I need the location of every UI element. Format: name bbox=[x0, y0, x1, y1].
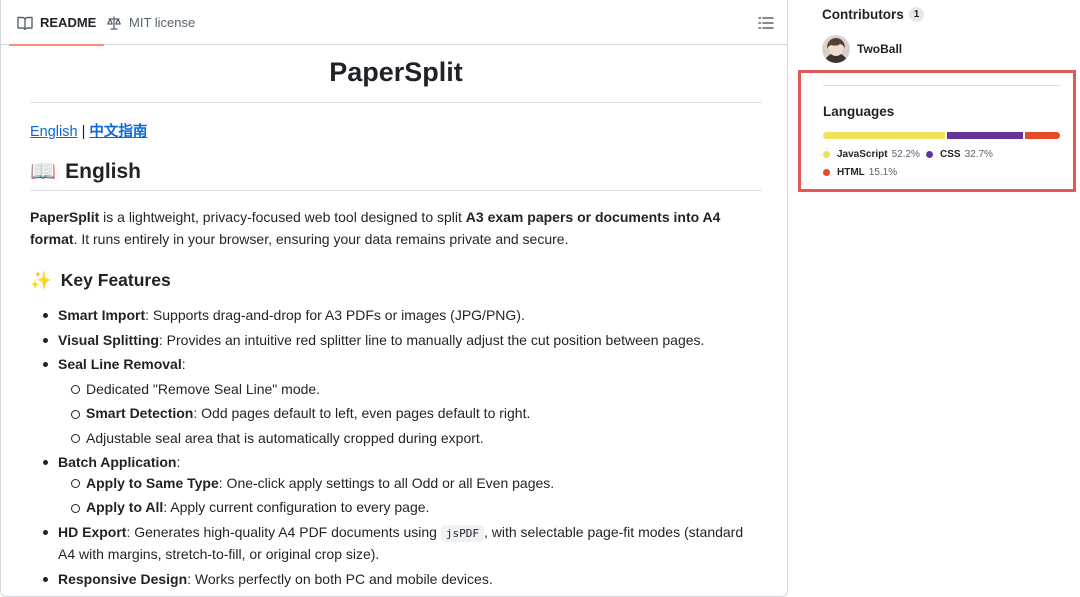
feature-text: : Odd pages default to left, even pages … bbox=[193, 405, 531, 421]
list-item: Smart Detection: Odd pages default to le… bbox=[71, 403, 762, 424]
language-item-css[interactable]: CSS 32.7% bbox=[926, 149, 993, 160]
intro-text-2: . It runs entirely in your browser, ensu… bbox=[73, 231, 569, 247]
heading-english-text: English bbox=[65, 160, 141, 183]
intro-text-1: is a lightweight, privacy-focused web to… bbox=[99, 209, 466, 225]
language-percent: 52.2% bbox=[891, 149, 920, 160]
list-item: Batch Application: Apply to Same Type: O… bbox=[43, 452, 762, 518]
list-item: Seal Line Removal: Dedicated "Remove Sea… bbox=[43, 354, 762, 449]
languages-divider bbox=[823, 85, 1060, 86]
contributor-item[interactable]: TwoBall bbox=[822, 35, 902, 63]
feature-text: : Works perfectly on both PC and mobile … bbox=[187, 570, 493, 587]
avatar bbox=[822, 35, 850, 63]
feature-label: Smart Import bbox=[58, 307, 146, 323]
list-item: Responsive Design: Works perfectly on bo… bbox=[43, 569, 762, 590]
sparkles-icon: ✨ bbox=[30, 270, 52, 290]
inline-code: jsPDF bbox=[440, 524, 484, 542]
open-book-icon: 📖 bbox=[30, 160, 57, 183]
language-dot bbox=[823, 169, 830, 176]
feature-text: : Provides an intuitive red splitter lin… bbox=[158, 331, 705, 348]
feature-text: : Supports drag-and-drop for A3 PDFs or … bbox=[145, 307, 525, 323]
feature-label: HD Export bbox=[58, 523, 127, 540]
book-icon bbox=[17, 16, 33, 30]
law-scale-icon bbox=[107, 16, 121, 30]
languages-highlight-box: Languages JavaScript 52.2% CSS 32.7% HTM… bbox=[798, 70, 1076, 192]
feature-text: : One-click apply settings to all Odd or… bbox=[218, 474, 555, 491]
readme-tab-bar: README MIT license bbox=[1, 0, 787, 46]
feature-text: : bbox=[181, 356, 186, 372]
language-dot bbox=[823, 151, 830, 158]
heading-english: 📖 English bbox=[30, 160, 141, 184]
feature-label: Smart Detection bbox=[86, 405, 194, 421]
list-item: HD Export: Generates high-quality A4 PDF… bbox=[43, 522, 762, 565]
heading-divider bbox=[30, 190, 762, 191]
page-title: PaperSplit bbox=[329, 57, 463, 87]
batch-sublist: Apply to Same Type: One-click apply sett… bbox=[58, 473, 762, 518]
intro-name: PaperSplit bbox=[30, 209, 100, 225]
feature-label: Responsive Design bbox=[58, 570, 188, 587]
tab-readme-label: README bbox=[40, 15, 97, 30]
link-chinese-guide[interactable]: 中文指南 bbox=[89, 124, 147, 140]
feature-text: : bbox=[176, 454, 181, 470]
feature-text: Adjustable seal area that is automatical… bbox=[86, 429, 484, 446]
language-percent: 32.7% bbox=[964, 149, 993, 160]
language-item-javascript[interactable]: JavaScript 52.2% bbox=[823, 149, 920, 160]
tab-license[interactable]: MIT license bbox=[106, 0, 195, 45]
feature-text: : Generates high-quality A4 PDF document… bbox=[126, 523, 441, 540]
heading-key-features: ✨ Key Features bbox=[30, 270, 171, 291]
contributor-name: TwoBall bbox=[857, 42, 903, 56]
feature-label: Apply to All bbox=[86, 499, 164, 515]
list-item: Dedicated "Remove Seal Line" mode. bbox=[71, 379, 762, 400]
contributors-count-badge: 1 bbox=[908, 7, 925, 22]
language-bar-segment-javascript[interactable] bbox=[823, 132, 945, 139]
repo-sidebar: Contributors 1 TwoBall Languages JavaScr… bbox=[789, 0, 1080, 597]
list-item: Smart Import: Supports drag-and-drop for… bbox=[43, 305, 762, 326]
languages-title: Languages bbox=[823, 104, 895, 119]
feature-text: : Apply current configuration to every p… bbox=[163, 499, 430, 515]
list-item: Adjustable seal area that is automatical… bbox=[71, 428, 762, 449]
language-links: English | 中文指南 bbox=[30, 120, 147, 141]
link-separator: | bbox=[81, 124, 86, 140]
feature-text: Dedicated "Remove Seal Line" mode. bbox=[86, 380, 321, 397]
feature-label: Seal Line Removal bbox=[58, 356, 182, 372]
language-percent: 15.1% bbox=[868, 167, 898, 178]
languages-bar bbox=[823, 132, 1060, 139]
language-name: JavaScript bbox=[837, 149, 888, 160]
intro-paragraph: PaperSplit is a lightweight, privacy-foc… bbox=[30, 206, 762, 250]
tab-license-label: MIT license bbox=[129, 15, 196, 30]
outline-list-icon[interactable] bbox=[757, 14, 775, 32]
seal-line-sublist: Dedicated "Remove Seal Line" mode. Smart… bbox=[58, 379, 762, 449]
feature-label: Visual Splitting bbox=[58, 331, 159, 348]
language-bar-segment-html[interactable] bbox=[1024, 132, 1060, 139]
language-dot bbox=[926, 151, 933, 158]
language-name: CSS bbox=[940, 149, 961, 160]
readme-panel: README MIT license PaperSplit English | 中文… bbox=[0, 0, 788, 597]
language-item-html[interactable]: HTML 15.1% bbox=[823, 167, 897, 178]
language-name: HTML bbox=[837, 167, 865, 178]
link-english[interactable]: English bbox=[30, 124, 78, 140]
feature-label: Batch Application bbox=[58, 454, 177, 470]
list-item: Visual Splitting: Provides an intuitive … bbox=[43, 330, 762, 351]
contributors-title: Contributors bbox=[822, 7, 904, 22]
feature-label: Apply to Same Type bbox=[86, 474, 219, 491]
list-item: Apply to All: Apply current configuratio… bbox=[71, 497, 762, 518]
contributors-heading[interactable]: Contributors 1 bbox=[822, 7, 925, 22]
title-divider bbox=[30, 102, 762, 103]
heading-key-features-text: Key Features bbox=[60, 270, 171, 290]
list-item: Apply to Same Type: One-click apply sett… bbox=[71, 473, 762, 494]
language-bar-segment-css[interactable] bbox=[946, 132, 1023, 139]
features-list: Smart Import: Supports drag-and-drop for… bbox=[43, 305, 762, 593]
tab-readme[interactable]: README bbox=[8, 0, 105, 46]
